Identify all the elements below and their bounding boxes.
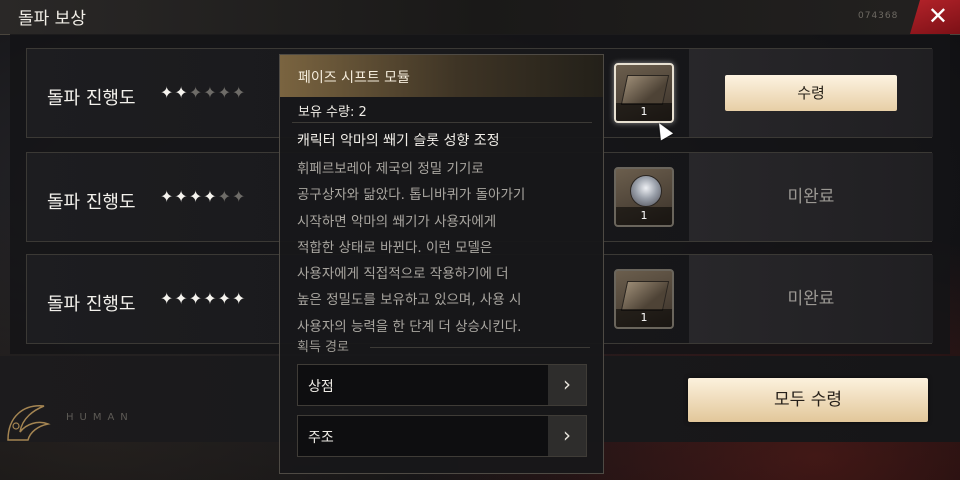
source-shop-button[interactable]: 상점 ›	[297, 364, 587, 406]
star-empty: ✦✦✦✦	[188, 83, 247, 102]
item-tooltip: 페이즈 시프트 모듈 보유 수량: 2 캐릭터 악마의 쐐기 슬롯 성향 조정 …	[279, 54, 604, 474]
reward-count: 1	[616, 309, 672, 327]
claim-button[interactable]: 수령	[725, 75, 897, 111]
progress-stars: ✦✦✦✦✦✦	[160, 289, 246, 308]
progress-label: 돌파 진행도	[47, 192, 136, 213]
chevron-right-icon: ›	[548, 416, 586, 456]
item-effect: 캐릭터 악마의 쐐기 슬롯 성향 조정	[297, 133, 500, 149]
reward-count: 1	[616, 207, 672, 225]
progress-label: 돌파 진행도	[47, 88, 136, 109]
reward-art	[620, 75, 670, 105]
chevron-right-icon: ›	[548, 365, 586, 405]
source-label: 획득 경로	[297, 340, 349, 355]
claim-all-button[interactable]: 모두 수령	[688, 378, 928, 422]
star-filled: ✦✦✦✦	[160, 187, 218, 206]
reward-art	[630, 175, 662, 207]
progress-stars: ✦✦✦✦✦✦	[160, 83, 246, 102]
star-empty: ✦✦	[217, 187, 247, 206]
item-description: 휘페르보레아 제국의 정밀 기기로 공구상자와 닮았다. 톱니바퀴가 돌아가기 …	[297, 161, 526, 335]
incomplete-status: 미완료	[787, 289, 835, 309]
incomplete-status: 미완료	[787, 187, 835, 207]
divider	[370, 347, 590, 348]
crystal-item-icon[interactable]: 1	[614, 167, 674, 227]
owned-count: 보유 수량: 2	[298, 105, 367, 120]
star-filled: ✦✦✦✦✦✦	[160, 289, 247, 308]
header-code: 074368	[858, 11, 899, 21]
divider	[292, 122, 592, 123]
progress-stars: ✦✦✦✦✦✦	[160, 187, 246, 206]
progress-label: 돌파 진행도	[47, 294, 136, 315]
phase-shift-module-icon[interactable]: 1	[614, 269, 674, 329]
reward-art	[620, 281, 670, 311]
reward-count: 1	[616, 103, 672, 121]
page-title: 돌파 보상	[18, 9, 86, 29]
footer-code: HUMAN	[66, 412, 134, 423]
source-name: 주조	[308, 430, 334, 446]
phase-shift-module-icon[interactable]: 1	[614, 63, 674, 123]
ornament-icon	[7, 405, 51, 441]
source-forge-button[interactable]: 주조 ›	[297, 415, 587, 457]
item-name: 페이즈 시프트 모듈	[298, 70, 410, 86]
close-icon[interactable]: ✕	[928, 1, 948, 31]
star-filled: ✦✦	[160, 83, 189, 102]
tooltip-header: 페이즈 시프트 모듈	[280, 55, 603, 97]
title-bar: 돌파 보상 074368 ✕	[0, 0, 960, 35]
source-name: 상점	[308, 379, 334, 395]
